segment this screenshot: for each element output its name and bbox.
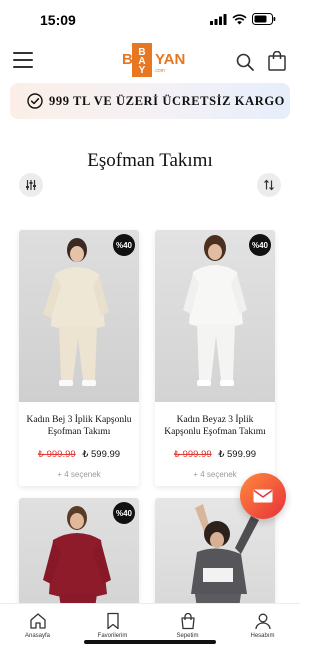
mail-icon [253,489,273,503]
nav-label: Sepetim [176,633,199,639]
sale-price: ₺ 599.99 [218,449,257,460]
filter-sliders-icon [26,180,36,190]
product-card[interactable]: %40 Kadın Beyaz 3 İplik Kapşonlu Eşofman… [155,230,275,486]
sort-arrows-icon [264,179,274,191]
status-bar: 15:09 [0,0,300,40]
product-name[interactable]: Kadın Beyaz 3 İplik Kapşonlu Eşofman Tak… [155,414,275,440]
home-indicator [84,640,216,644]
product-image[interactable]: %40 [155,230,275,402]
wifi-icon [232,13,247,24]
newsletter-button[interactable] [240,473,286,519]
free-shipping-banner[interactable]: 999 TL VE ÜZERİ ÜCRETSİZ KARGO [10,83,290,119]
product-image[interactable]: %40 [19,498,139,608]
product-card[interactable]: %40 [19,498,139,608]
nav-label: Anasayfa [24,633,51,639]
old-price: ₺ 999.99 [37,449,76,460]
home-icon [29,613,46,629]
product-prices: ₺ 999.99 ₺ 599.99 [19,449,139,460]
logo-domain: .com [154,68,165,74]
product-name[interactable]: Kadın Bej 3 İplik Kapşonlu Eşofman Takım… [19,414,139,440]
variant-options[interactable]: + 4 seçenek [19,470,139,479]
check-circle-icon [27,93,43,109]
logo-vertical: BAY [132,43,152,77]
status-time: 15:09 [40,12,76,28]
search-icon[interactable] [236,53,254,71]
user-icon [254,613,271,630]
battery-icon [252,13,276,25]
page-title: Eşofman Takımı [87,150,213,171]
shopping-bag-icon [180,612,195,630]
sort-button[interactable] [257,173,281,197]
nav-label: Hesabım [250,633,275,639]
app-header: B BAY YAN .com [0,40,300,82]
discount-badge: %40 [113,234,135,256]
signal-icon [210,13,227,25]
sale-price: ₺ 599.99 [82,449,121,460]
logo-rest: YAN [155,51,186,68]
bookmark-icon [106,612,119,630]
discount-badge: %40 [113,502,135,524]
hamburger-icon [13,52,33,54]
product-image[interactable]: %40 [19,230,139,402]
nav-account[interactable]: Hesabım [225,604,300,650]
menu-button[interactable] [13,52,33,68]
brand-logo[interactable]: B BAY YAN .com [122,43,185,79]
shopping-bag-icon[interactable] [268,51,286,71]
discount-badge: %40 [249,234,271,256]
product-card[interactable]: %40 Kadın Bej 3 İplik Kapşonlu Eşofman T… [19,230,139,486]
promo-text: 999 TL VE ÜZERİ ÜCRETSİZ KARGO [49,93,285,108]
product-prices: ₺ 999.99 ₺ 599.99 [155,449,275,460]
old-price: ₺ 999.99 [173,449,212,460]
status-icons [210,13,276,25]
nav-home[interactable]: Anasayfa [0,604,75,650]
filter-button[interactable] [19,173,43,197]
nav-label: Favorilerim [97,633,128,639]
